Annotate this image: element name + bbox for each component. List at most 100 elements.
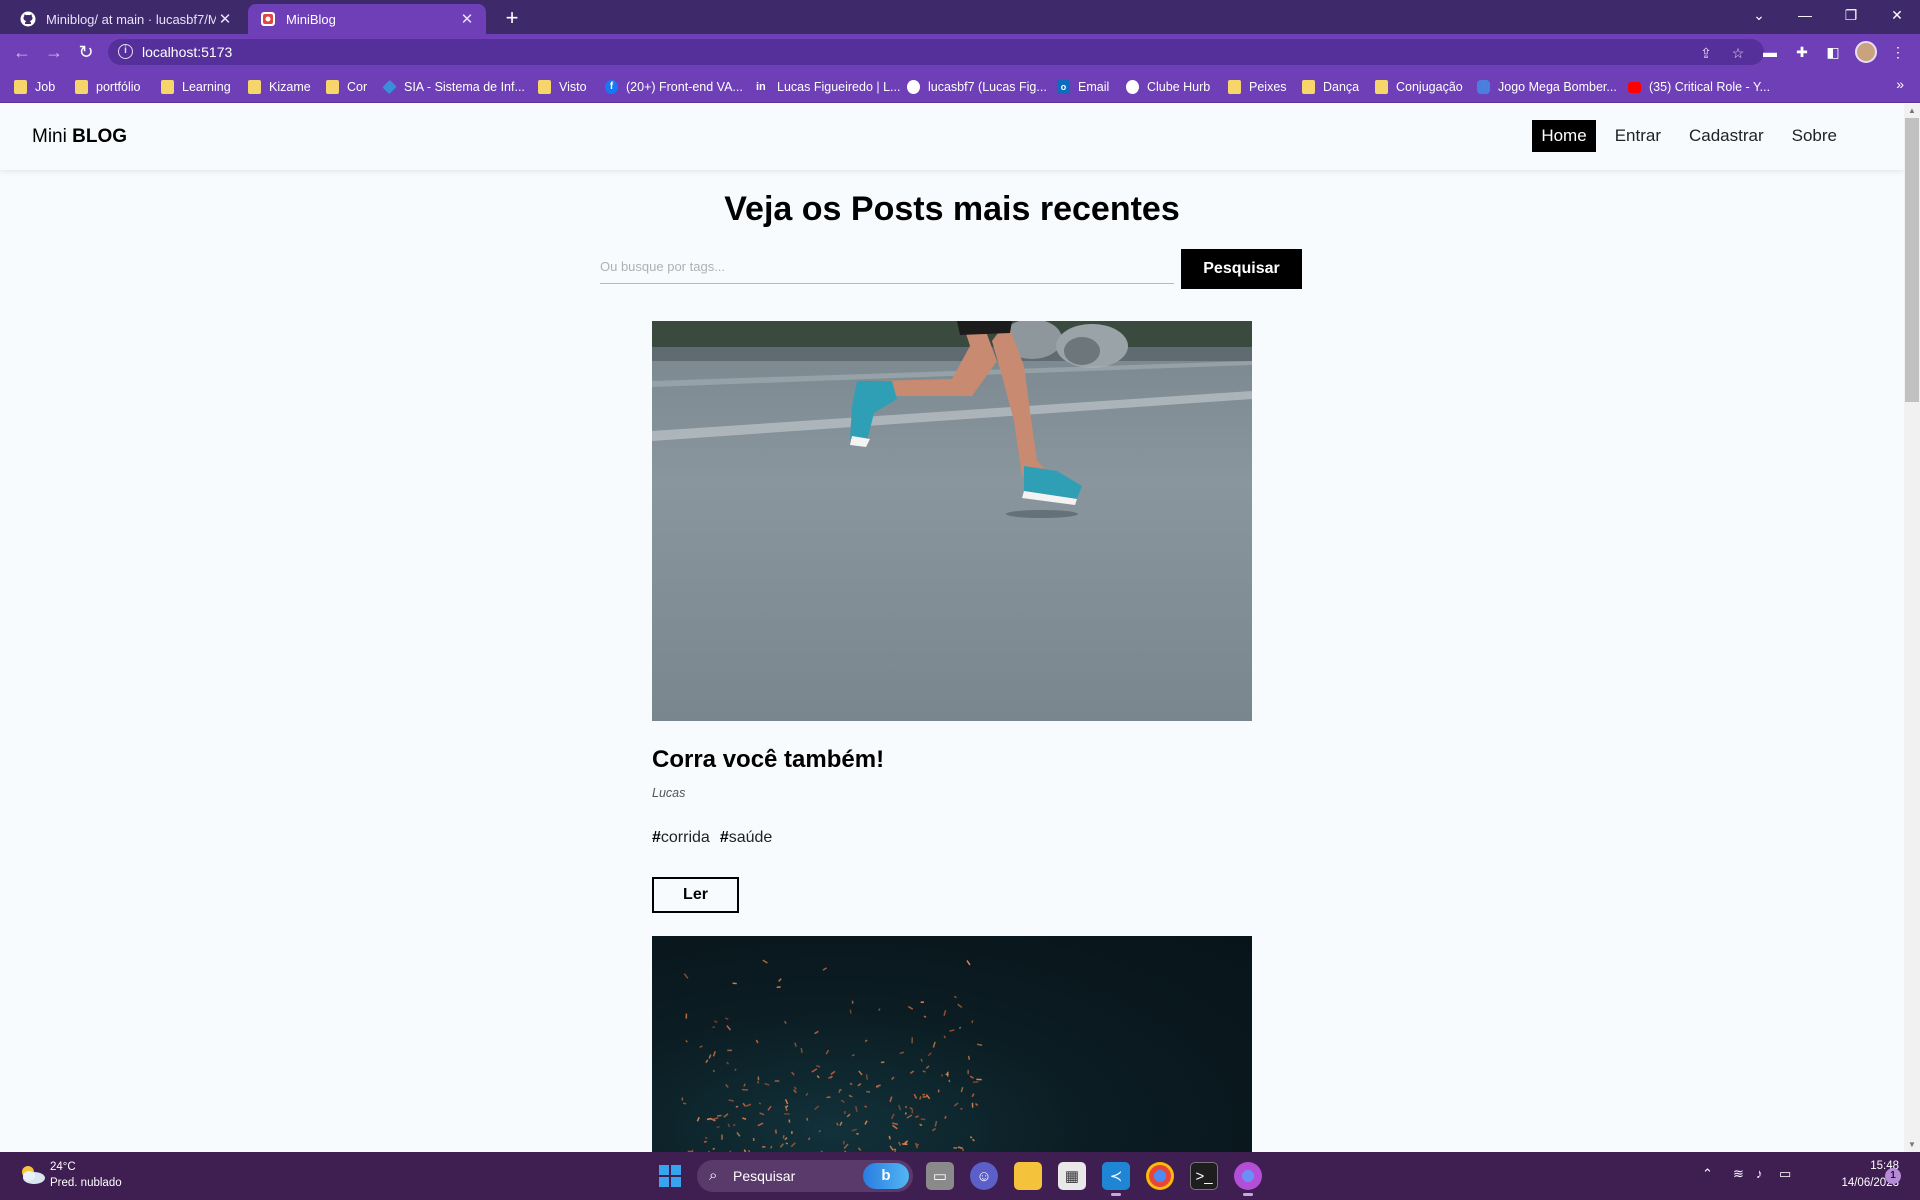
spark	[925, 1065, 930, 1070]
tab-github[interactable]: Miniblog/ at main · lucasbf7/Mini ✕	[8, 4, 244, 34]
spark	[909, 1107, 913, 1110]
site-brand[interactable]: Mini BLOG	[32, 126, 127, 148]
tab-search-icon[interactable]: ⌄	[1736, 0, 1782, 30]
nav-cadastrar[interactable]: Cadastrar	[1680, 120, 1773, 152]
extension-icon[interactable]: ▬	[1760, 42, 1780, 62]
post-tags: #corrida #saúde	[652, 829, 772, 847]
profile-avatar[interactable]	[1855, 41, 1877, 63]
close-tab-icon[interactable]: ✕	[216, 10, 234, 28]
tab-miniblog[interactable]: MiniBlog ✕	[248, 4, 486, 34]
spark	[814, 1030, 819, 1035]
task-view-icon[interactable]: ▭	[926, 1162, 954, 1190]
folder-icon	[161, 80, 174, 94]
spark	[704, 1136, 708, 1139]
bookmark-item[interactable]: f (20+) Front-end VA...	[605, 78, 743, 96]
file-explorer-icon[interactable]	[1014, 1162, 1042, 1190]
microsoft-store-icon[interactable]: ▦	[1058, 1162, 1086, 1190]
tag-item: #corrida	[652, 829, 710, 846]
bookmark-item[interactable]: Jogo Mega Bomber...	[1477, 78, 1617, 96]
bookmark-item[interactable]: in Lucas Figueiredo | L...	[756, 78, 900, 96]
tab-title: MiniBlog	[286, 11, 336, 27]
new-tab-button[interactable]: +	[498, 4, 526, 32]
bing-icon[interactable]: b	[863, 1163, 909, 1189]
side-panel-icon[interactable]: ◧	[1823, 42, 1843, 62]
spark	[705, 1059, 709, 1064]
spark	[779, 1143, 784, 1148]
bookmark-star-icon[interactable]: ☆	[1729, 44, 1747, 62]
share-icon[interactable]: ⇪	[1697, 44, 1715, 62]
forward-icon[interactable]: →	[42, 40, 66, 64]
site-info-icon[interactable]: i	[118, 44, 133, 59]
weather-description[interactable]: Pred. nublado	[50, 1177, 122, 1189]
spark	[745, 1103, 752, 1107]
spark	[948, 1079, 951, 1083]
bookmarks-overflow-icon[interactable]: »	[1896, 76, 1904, 92]
reload-icon[interactable]: ↻	[74, 40, 98, 64]
bookmark-item[interactable]: Job	[14, 78, 55, 96]
close-window-icon[interactable]: ✕	[1874, 0, 1920, 30]
nav-entrar[interactable]: Entrar	[1606, 120, 1670, 152]
bookmark-item[interactable]: Dança	[1302, 78, 1359, 96]
spark	[864, 1120, 868, 1125]
folder-icon	[14, 80, 27, 94]
spark	[945, 1073, 949, 1076]
spark	[682, 1102, 687, 1105]
bookmark-item[interactable]: Clube Hurb	[1126, 78, 1210, 96]
weather-temperature[interactable]: 24°C	[50, 1161, 76, 1173]
site-nav: Home Entrar Cadastrar Sobre	[1532, 120, 1846, 152]
bookmark-item[interactable]: Peixes	[1228, 78, 1287, 96]
extensions-puzzle-icon[interactable]: ✚	[1792, 42, 1812, 62]
minimize-icon[interactable]: —	[1782, 0, 1828, 30]
scroll-up-icon[interactable]: ▲	[1904, 104, 1920, 118]
bookmark-item[interactable]: (35) Critical Role - Y...	[1628, 78, 1770, 96]
windows-taskbar: 24°C Pred. nublado ⌕ Pesquisar b ▭ ☺ ▦ ≺…	[0, 1152, 1920, 1200]
scroll-down-icon[interactable]: ▼	[1904, 1138, 1920, 1152]
back-icon[interactable]: ←	[10, 40, 34, 64]
scrollbar-thumb[interactable]	[1905, 118, 1919, 402]
bookmark-item[interactable]: SIA - Sistema de Inf...	[382, 78, 525, 96]
chrome-icon[interactable]	[1146, 1162, 1174, 1190]
tray-overflow-icon[interactable]: ⌃	[1702, 1166, 1713, 1182]
spark	[759, 1112, 765, 1116]
windows-start-icon[interactable]	[659, 1165, 681, 1187]
bookmark-item[interactable]: o Email	[1057, 78, 1109, 96]
spark	[889, 1145, 894, 1151]
bookmark-label: Job	[35, 80, 56, 94]
search-button[interactable]: Pesquisar	[1181, 249, 1302, 289]
spark	[742, 1102, 746, 1107]
spark	[727, 1123, 731, 1128]
bookmark-item[interactable]: Visto	[538, 78, 587, 96]
nav-sobre[interactable]: Sobre	[1783, 120, 1846, 152]
vscode-icon[interactable]: ≺	[1102, 1162, 1130, 1196]
read-post-button[interactable]: Ler	[652, 877, 739, 913]
spark	[843, 1143, 849, 1149]
address-bar[interactable]: i localhost:5173 ⇪ ☆	[108, 39, 1764, 65]
chrome-profile-icon[interactable]	[1234, 1162, 1262, 1196]
close-tab-icon[interactable]: ✕	[458, 10, 476, 28]
nav-home[interactable]: Home	[1532, 120, 1596, 152]
hurb-icon	[1126, 80, 1139, 94]
taskbar-search[interactable]: ⌕ Pesquisar b	[697, 1160, 913, 1192]
bookmark-item[interactable]: Cor	[326, 78, 367, 96]
spark	[971, 1138, 975, 1142]
bookmark-item[interactable]: portfólio	[75, 78, 140, 96]
bookmark-item[interactable]: Learning	[161, 78, 231, 96]
brand-bold: BLOG	[72, 126, 128, 147]
volume-icon[interactable]: ♪	[1756, 1166, 1763, 1181]
bookmark-item[interactable]: Conjugação	[1375, 78, 1463, 96]
bookmark-label: SIA - Sistema de Inf...	[404, 80, 525, 94]
wifi-icon[interactable]: ≋	[1733, 1166, 1744, 1182]
menu-icon[interactable]: ⋮	[1888, 42, 1908, 62]
battery-icon[interactable]: ▭	[1779, 1166, 1791, 1182]
game-icon	[1477, 80, 1490, 94]
terminal-icon[interactable]: >_	[1190, 1162, 1218, 1190]
bookmark-item[interactable]: lucasbf7 (Lucas Fig...	[907, 78, 1047, 96]
spark	[957, 1003, 963, 1009]
spark	[940, 1074, 944, 1077]
tag-search-input[interactable]	[600, 250, 1174, 284]
restore-icon[interactable]: ❐	[1828, 0, 1874, 30]
spark	[776, 986, 781, 989]
notification-badge[interactable]: 1	[1885, 1168, 1901, 1184]
teams-chat-icon[interactable]: ☺	[970, 1162, 998, 1190]
bookmark-item[interactable]: Kizame	[248, 78, 311, 96]
